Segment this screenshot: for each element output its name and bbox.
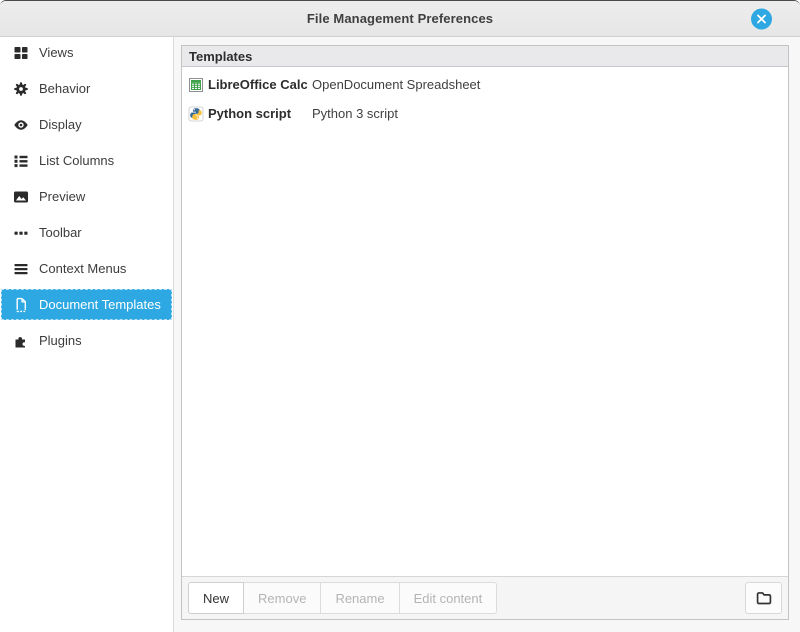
close-icon (756, 13, 767, 24)
sidebar-item-label: Views (39, 45, 73, 60)
open-templates-folder-button[interactable] (745, 582, 782, 614)
template-row-libreoffice-calc[interactable]: LibreOffice Calc OpenDocument Spreadshee… (182, 70, 788, 99)
sidebar-item-label: Context Menus (39, 261, 126, 276)
python-icon (188, 106, 204, 122)
sidebar-item-label: List Columns (39, 153, 114, 168)
template-buttons-group: New Remove Rename Edit content (188, 582, 497, 614)
sidebar-item-toolbar[interactable]: Toolbar (1, 217, 172, 248)
preferences-window: File Management Preferences (0, 0, 800, 632)
template-row-python-script[interactable]: Python script Python 3 script (182, 99, 788, 128)
hamburger-icon (13, 261, 29, 277)
content-pane: Templates (174, 37, 800, 632)
templates-header: Templates (182, 46, 788, 67)
template-name: Python script (208, 106, 312, 121)
puzzle-icon (13, 333, 29, 349)
document-icon (13, 297, 29, 313)
sidebar-item-label: Toolbar (39, 225, 82, 240)
templates-header-label: Templates (189, 49, 252, 64)
image-icon (13, 189, 29, 205)
libreoffice-calc-icon (188, 77, 204, 93)
sidebar-item-label: Behavior (39, 81, 90, 96)
sidebar-item-plugins[interactable]: Plugins (1, 325, 172, 356)
sidebar-item-label: Display (39, 117, 82, 132)
eye-icon (13, 117, 29, 133)
templates-frame: Templates (181, 45, 789, 620)
templates-actionbar: New Remove Rename Edit content (182, 576, 788, 619)
titlebar: File Management Preferences (0, 1, 800, 37)
sidebar-item-label: Preview (39, 189, 85, 204)
templates-list: LibreOffice Calc OpenDocument Spreadshee… (182, 67, 788, 576)
grid-icon (13, 45, 29, 61)
folder-icon (755, 589, 773, 607)
sidebar-item-behavior[interactable]: Behavior (1, 73, 172, 104)
sidebar-item-preview[interactable]: Preview (1, 181, 172, 212)
ellipsis-icon (13, 225, 29, 241)
sidebar-item-list-columns[interactable]: List Columns (1, 145, 172, 176)
window-title: File Management Preferences (307, 11, 493, 26)
template-name: LibreOffice Calc (208, 77, 312, 92)
remove-button[interactable]: Remove (243, 582, 321, 614)
sidebar-item-display[interactable]: Display (1, 109, 172, 140)
rename-button[interactable]: Rename (320, 582, 399, 614)
new-button[interactable]: New (188, 582, 244, 614)
gear-icon (13, 81, 29, 97)
sidebar-item-views[interactable]: Views (1, 37, 172, 68)
sidebar: Views Behavior (0, 37, 174, 632)
window-body: Views Behavior (0, 37, 800, 632)
sidebar-item-context-menus[interactable]: Context Menus (1, 253, 172, 284)
list-columns-icon (13, 153, 29, 169)
template-description: Python 3 script (312, 106, 398, 121)
sidebar-item-label: Plugins (39, 333, 82, 348)
close-button[interactable] (751, 8, 772, 29)
edit-content-button[interactable]: Edit content (399, 582, 498, 614)
template-description: OpenDocument Spreadsheet (312, 77, 480, 92)
sidebar-item-document-templates[interactable]: Document Templates (1, 289, 172, 320)
sidebar-item-label: Document Templates (39, 297, 161, 312)
